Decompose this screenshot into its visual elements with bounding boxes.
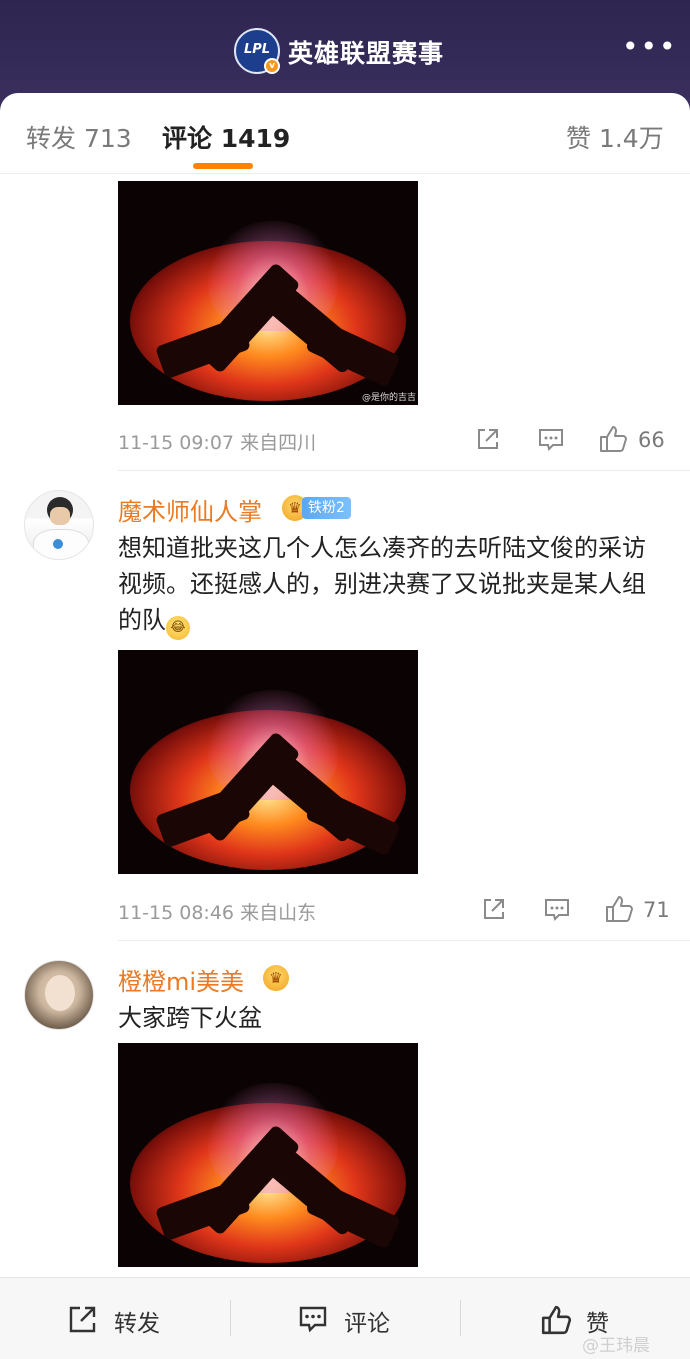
- comment-divider: [118, 470, 690, 471]
- comment-divider: [118, 940, 690, 941]
- repost-icon[interactable]: [475, 426, 501, 452]
- separator: [230, 1300, 231, 1336]
- like-icon: [541, 1305, 572, 1335]
- like-count: 66: [638, 428, 665, 452]
- comment-image-fire-brazier[interactable]: [118, 1043, 418, 1267]
- comment-meta: 11-15 08:46 来自山东: [118, 898, 316, 925]
- weibo-watermark: @王玮晨: [582, 1336, 650, 1356]
- verified-badge: v: [264, 58, 280, 74]
- comment-icon[interactable]: [537, 427, 565, 453]
- crown-badge-icon: ♛: [263, 965, 289, 991]
- comment-label: 评论: [344, 1311, 390, 1337]
- tab-bar: 转发 713 评论 1419 赞 1.4万: [0, 93, 690, 173]
- repost-icon: [69, 1306, 96, 1333]
- comment-meta: 11-15 09:07 来自四川: [118, 428, 316, 455]
- image-watermark: @是你的吉吉: [361, 393, 416, 403]
- comment-icon[interactable]: [543, 897, 571, 923]
- comment-location: 来自四川: [240, 432, 317, 454]
- tab-reposts[interactable]: 转发 713: [26, 119, 132, 155]
- comment-location: 来自山东: [240, 902, 317, 924]
- account-title[interactable]: 英雄联盟赛事: [288, 34, 444, 70]
- repost-icon[interactable]: [481, 896, 507, 922]
- comment-image-fire-brazier[interactable]: @是你的吉吉: [118, 181, 418, 405]
- comment-time: 11-15 09:07: [118, 432, 235, 454]
- comment-username[interactable]: 魔术师仙人掌: [118, 492, 262, 527]
- comment-image-fire-brazier[interactable]: [118, 650, 418, 874]
- like-icon[interactable]: [598, 424, 628, 454]
- tab-likes[interactable]: 赞 1.4万: [566, 119, 664, 155]
- like-icon[interactable]: [604, 894, 634, 924]
- tabs-divider: [0, 173, 690, 174]
- like-count: 71: [643, 898, 670, 922]
- more-menu-icon[interactable]: •••: [622, 33, 676, 64]
- comment-button[interactable]: 评论: [298, 1302, 408, 1337]
- user-avatar[interactable]: [24, 490, 94, 560]
- laugh-cry-emoji-icon: 😂: [166, 616, 190, 640]
- tab-comments[interactable]: 评论 1419: [162, 119, 290, 155]
- comment-text: 想知道批夹这几个人怎么凑齐的去听陆文俊的采访视频。还挺感人的，别进决赛了又说批夹…: [118, 530, 658, 640]
- comment-text: 大家跨下火盆: [118, 1004, 262, 1032]
- active-tab-indicator: [193, 163, 253, 169]
- comment-icon: [299, 1306, 327, 1333]
- user-avatar[interactable]: [24, 960, 94, 1030]
- comment-username[interactable]: 橙橙mi美美: [118, 962, 244, 997]
- repost-label: 转发: [114, 1311, 160, 1337]
- fan-badge: 铁粉2: [302, 497, 351, 519]
- separator: [460, 1300, 461, 1336]
- comment-time: 11-15 08:46: [118, 902, 235, 924]
- repost-button[interactable]: 转发: [68, 1302, 178, 1337]
